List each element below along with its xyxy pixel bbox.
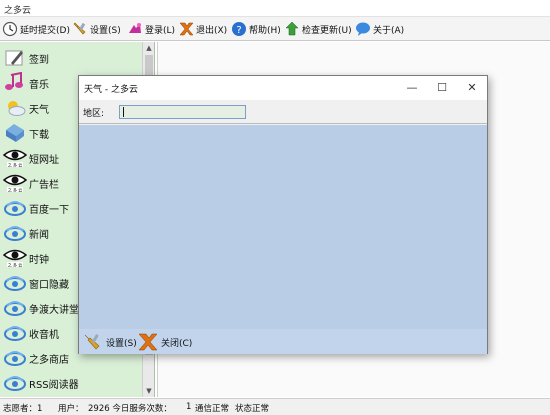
minimize-icon[interactable]: — — [397, 76, 427, 100]
tools-icon — [84, 334, 100, 350]
clock-icon — [2, 21, 18, 37]
exit-label: 退出(X) — [196, 25, 228, 36]
region-input[interactable] — [119, 105, 246, 119]
status-users-label: 用户： — [58, 404, 84, 414]
globe-icon — [4, 301, 26, 316]
globe-icon — [4, 226, 26, 241]
maximize-icon[interactable]: ☐ — [427, 76, 457, 100]
sidebar-item-label: 天气 — [29, 105, 49, 116]
settings-label: 设置(S) — [90, 25, 121, 36]
globe-icon — [4, 351, 26, 366]
login-label: 登录(L) — [145, 25, 176, 36]
sidebar-item-label: 下载 — [29, 130, 49, 141]
sidebar-item-label: 时钟 — [29, 255, 49, 266]
exit-icon — [138, 333, 158, 351]
scroll-down-icon[interactable]: ▼ — [143, 385, 154, 397]
eye-logo-icon: 之 多 云 — [3, 249, 27, 268]
weather-dialog: 天气 - 之多云 — ☐ ✕ 地区: 设置(S) 关闭(C) — [78, 75, 488, 354]
login-icon — [129, 23, 141, 33]
region-row: 地区: — [79, 100, 487, 124]
check-update-label: 检查更新(U) — [302, 25, 352, 36]
sidebar-item-label: 短网址 — [29, 155, 59, 166]
sidebar-item-rss[interactable]: RSS阅读器 — [0, 370, 142, 395]
globe-icon — [4, 326, 26, 341]
eye-logo-icon: 之 多 云 — [3, 174, 27, 193]
status-volunteer: 志愿者：1 — [3, 404, 43, 414]
weather-icon — [8, 101, 26, 116]
eye-logo-icon: 之 多 云 — [3, 149, 27, 168]
sidebar-item-label: 签到 — [29, 55, 49, 66]
pen-icon — [5, 50, 23, 66]
about-icon — [356, 22, 370, 36]
svg-text:之 多 云: 之 多 云 — [8, 162, 23, 168]
tools-icon — [73, 22, 86, 35]
check-update-button[interactable]: 检查更新(U) — [284, 19, 352, 39]
login-button[interactable]: 登录(L) — [127, 19, 175, 39]
scroll-up-icon[interactable]: ▲ — [143, 42, 154, 54]
dialog-footer: 设置(S) 关闭(C) — [79, 329, 487, 354]
text-caret — [123, 107, 124, 117]
svg-text:之 多 云: 之 多 云 — [8, 187, 23, 193]
download-icon — [6, 124, 24, 142]
delay-submit-button[interactable]: 延时提交(D) — [2, 19, 70, 39]
dialog-close-button[interactable]: 关闭(C) — [137, 332, 192, 352]
dialog-settings-label: 设置(S) — [106, 338, 137, 349]
status-communication: 通信正常 — [195, 404, 230, 414]
sidebar-item-label: 广告栏 — [29, 180, 59, 191]
main-window-titlebar: 之多云 — [0, 0, 550, 17]
region-label: 地区: — [83, 109, 105, 119]
sidebar-item-label: 之多商店 — [29, 355, 69, 366]
sidebar-item-label: 争渡大讲堂 — [29, 305, 79, 316]
dialog-settings-button[interactable]: 设置(S) — [82, 332, 137, 352]
sidebar-item-label: 收音机 — [29, 330, 59, 341]
about-button[interactable]: 关于(A) — [355, 19, 404, 39]
settings-button[interactable]: 设置(S) — [72, 19, 121, 39]
sidebar-item-label: 百度一下 — [29, 205, 69, 216]
dialog-close-label: 关闭(C) — [161, 338, 193, 349]
music-icon — [5, 72, 23, 90]
app-title: 之多云 — [4, 6, 32, 16]
sidebar-item-checkin[interactable]: 签到 — [0, 45, 142, 70]
sidebar-item-label: 窗口隐藏 — [29, 280, 69, 291]
exit-icon — [179, 22, 194, 36]
globe-icon — [4, 276, 26, 291]
update-icon — [285, 21, 299, 36]
close-icon[interactable]: ✕ — [457, 76, 487, 100]
status-count: 1 — [186, 402, 192, 412]
about-label: 关于(A) — [373, 25, 405, 36]
globe-icon — [4, 376, 26, 391]
help-label: 帮助(H) — [249, 25, 281, 36]
weather-content-panel — [79, 125, 487, 329]
status-served: 2926 今日服务次数： — [88, 404, 172, 414]
svg-text:?: ? — [236, 25, 241, 36]
status-bar: 志愿者：1 用户： 2926 今日服务次数： 1 通信正常 状态正常 — [0, 398, 550, 415]
help-icon: ? — [232, 22, 246, 36]
help-button[interactable]: ? 帮助(H) — [231, 19, 281, 39]
toolbar: 延时提交(D) 设置(S) 登录(L) 退出(X) ? 帮助(H) 检查更新(U… — [0, 17, 550, 41]
svg-text:之 多 云: 之 多 云 — [8, 262, 23, 268]
status-state: 状态正常 — [235, 404, 270, 414]
sidebar-item-label: RSS阅读器 — [29, 380, 79, 391]
sidebar-item-label: 音乐 — [29, 80, 49, 91]
delay-submit-label: 延时提交(D) — [20, 25, 70, 36]
sidebar-item-label: 新闻 — [29, 230, 49, 241]
globe-icon — [4, 201, 26, 216]
dialog-title: 天气 - 之多云 — [84, 85, 138, 95]
exit-button[interactable]: 退出(X) — [178, 19, 227, 39]
dialog-titlebar[interactable]: 天气 - 之多云 — ☐ ✕ — [79, 76, 487, 100]
